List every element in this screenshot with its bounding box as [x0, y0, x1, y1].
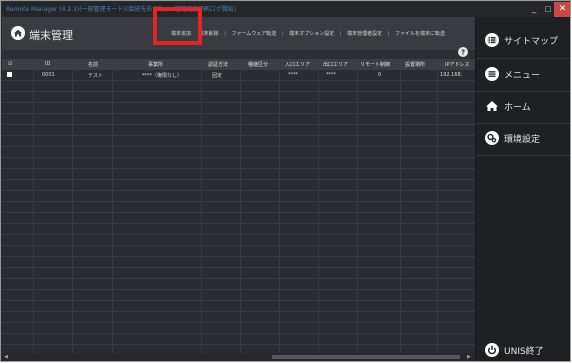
- horizontal-scrollbar[interactable]: ◀ ▶: [2, 353, 475, 361]
- minimize-button[interactable]: _: [526, 2, 542, 17]
- scrollbar-thumb[interactable]: [272, 355, 460, 359]
- divider: [476, 58, 570, 59]
- sidebar-item-menu[interactable]: メニュー: [476, 61, 570, 87]
- cell-exit-area: ****: [326, 72, 336, 78]
- column-auth-method[interactable]: 認証方法: [208, 61, 228, 68]
- cell-auth-method: 固定: [212, 73, 223, 79]
- cell-office: ****（権限なし）: [142, 73, 183, 79]
- divider: [476, 123, 570, 124]
- exit-label: UNIS終了: [504, 347, 544, 357]
- scroll-right-arrow-icon[interactable]: ▶: [467, 353, 471, 361]
- terminal-options-button[interactable]: 端末オプション設定: [286, 30, 337, 37]
- row-checkbox[interactable]: [7, 72, 12, 77]
- sidebar-item-label: サイトマップ: [504, 37, 559, 47]
- page-header: 端末管理 端末追加 端末削除 | ファームウェア転送 | 端末オプション設定 |…: [2, 7, 475, 50]
- terminal-table-grid: [2, 70, 475, 353]
- home-icon[interactable]: [11, 26, 25, 40]
- scroll-left-arrow-icon[interactable]: ◀: [4, 353, 8, 361]
- column-name[interactable]: 名前: [88, 61, 98, 68]
- column-entrance-area[interactable]: 入口エリア: [285, 61, 310, 68]
- cell-entrance-area: ****: [288, 72, 298, 78]
- toolbar-divider: |: [281, 31, 284, 37]
- column-exit-area[interactable]: 出口エリア: [323, 61, 348, 68]
- title-bar: Remote Manager (4.2.3)(一般管理モード)(接続先名)[フォ…: [2, 2, 570, 17]
- exit-unis-button[interactable]: UNIS終了: [476, 337, 570, 361]
- sidebar: サイトマップ メニュー ホーム 環境設定 UNIS終了: [475, 17, 570, 361]
- sidebar-item-label: ホーム: [504, 103, 531, 113]
- toolbar: 端末追加 端末削除 | ファームウェア転送 | 端末オプション設定 | 端末管理…: [168, 30, 448, 37]
- column-id[interactable]: ID: [45, 61, 50, 67]
- help-icon[interactable]: ?: [458, 47, 468, 57]
- cell-ip-address: 192.168.: [440, 72, 463, 78]
- sidebar-item-settings[interactable]: 環境設定: [476, 125, 570, 151]
- power-icon: [485, 343, 499, 357]
- toolbar-divider: |: [387, 31, 390, 37]
- menu-icon: [485, 67, 499, 81]
- file-transfer-button[interactable]: ファイルを端末に転送: [392, 30, 448, 37]
- highlight-box: [153, 7, 202, 45]
- table-row[interactable]: 0001 テスト ****（権限なし） 固定 **** **** 0 192.1…: [2, 70, 475, 80]
- maximize-button[interactable]: □: [542, 2, 554, 17]
- cell-remote-control: 0: [378, 72, 382, 78]
- main-panel: 端末管理 端末追加 端末削除 | ファームウェア転送 | 端末オプション設定 |…: [2, 7, 475, 361]
- close-button[interactable]: ✕: [554, 2, 570, 17]
- table-header: ☑ ID 名前 事業所 認証方法 種継区分 入口エリア 出口エリア リモート制御…: [2, 59, 475, 70]
- sidebar-item-home[interactable]: ホーム: [476, 93, 570, 119]
- home-icon: [486, 101, 498, 111]
- terminal-admin-button[interactable]: 端末管理者設定: [344, 30, 385, 37]
- sidebar-item-label: メニュー: [504, 71, 541, 81]
- toolbar-divider: |: [224, 31, 226, 37]
- page-title: 端末管理: [29, 29, 73, 42]
- gear-icon: [485, 131, 499, 145]
- cell-id: 0001: [42, 72, 55, 78]
- column-remote-control[interactable]: リモート制御: [360, 61, 390, 68]
- column-office[interactable]: 事業所: [148, 61, 163, 68]
- svg-text:?: ?: [461, 49, 465, 57]
- sidebar-item-sitemap[interactable]: サイトマップ: [476, 27, 570, 53]
- select-all-column[interactable]: ☑: [8, 61, 12, 67]
- firmware-transfer-button[interactable]: ファームウェア転送: [229, 30, 280, 37]
- column-ip-address[interactable]: IPアドレス: [445, 61, 470, 68]
- column-category[interactable]: 種継区分: [248, 61, 268, 68]
- cell-name: テスト: [88, 73, 104, 79]
- column-location[interactable]: 設置場所: [405, 61, 425, 68]
- toolbar-divider: |: [339, 31, 342, 37]
- divider: [476, 155, 570, 156]
- sidebar-item-label: 環境設定: [504, 135, 541, 145]
- app-window: Remote Manager (4.2.3)(一般管理モード)(接続先名)[フォ…: [0, 0, 571, 362]
- list-icon: [485, 33, 499, 47]
- divider: [476, 91, 570, 92]
